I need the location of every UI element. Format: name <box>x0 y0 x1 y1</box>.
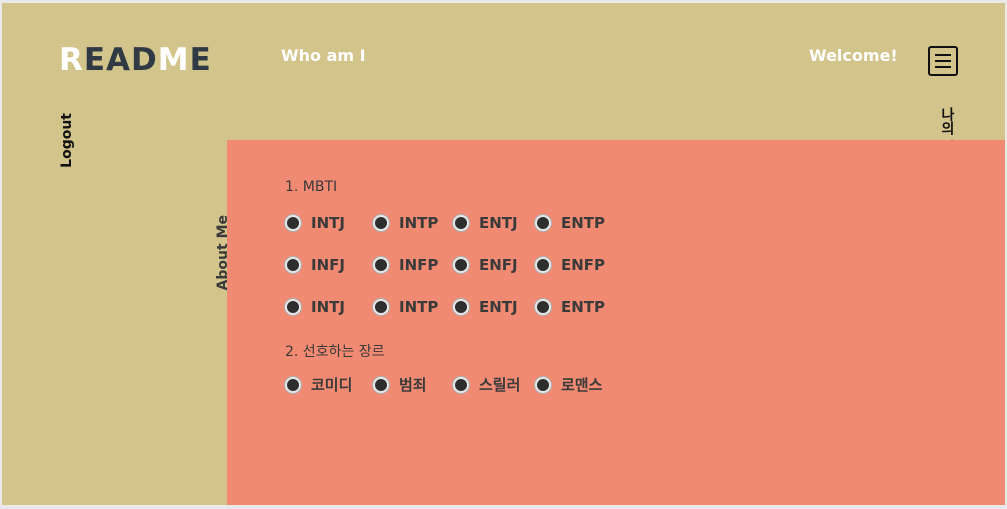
mbti-option[interactable]: INTP <box>373 214 438 232</box>
option-label: ENTP <box>561 298 606 316</box>
page-frame: README Who am I Welcome! Logout 나의 성향 1.… <box>2 3 1005 505</box>
genre-option[interactable]: 스릴러 <box>453 374 520 395</box>
radio-button[interactable] <box>453 257 469 273</box>
radio-button[interactable] <box>535 299 551 315</box>
about-me-link[interactable]: About Me <box>215 215 231 290</box>
option-label: 범죄 <box>399 376 427 394</box>
option-label: ENTJ <box>479 214 518 232</box>
option-label: ENFJ <box>479 256 518 274</box>
option-label: INFJ <box>311 256 345 274</box>
nav-welcome[interactable]: Welcome! <box>809 46 898 65</box>
radio-button[interactable] <box>453 215 469 231</box>
mbti-option[interactable]: INTJ <box>285 298 345 316</box>
radio-button[interactable] <box>535 376 551 393</box>
radio-button[interactable] <box>285 376 301 393</box>
genre-option[interactable]: 범죄 <box>373 374 427 395</box>
logo-letters-ead: EAD <box>83 42 158 78</box>
radio-button[interactable] <box>373 376 389 393</box>
mbti-option[interactable]: ENFP <box>535 256 605 274</box>
option-label: ENTJ <box>479 298 518 316</box>
radio-button[interactable] <box>285 215 301 231</box>
radio-button[interactable] <box>373 299 389 315</box>
option-label: 스릴러 <box>479 376 521 394</box>
mbti-option[interactable]: INTP <box>373 298 438 316</box>
mbti-option[interactable]: ENFJ <box>453 256 518 274</box>
option-label: 코미디 <box>311 376 353 394</box>
radio-button[interactable] <box>373 257 389 273</box>
logout-link[interactable]: Logout <box>59 113 75 168</box>
radio-button[interactable] <box>535 257 551 273</box>
option-label: 로맨스 <box>561 376 603 394</box>
radio-button[interactable] <box>285 299 301 315</box>
radio-button[interactable] <box>535 215 551 231</box>
nav-who-am-i[interactable]: Who am I <box>281 46 366 65</box>
question-genre-label: 2. 선호하는 장르 <box>285 344 385 360</box>
mbti-option[interactable]: ENTP <box>535 214 605 232</box>
option-label: INTJ <box>311 298 345 316</box>
option-label: INTP <box>399 298 439 316</box>
option-label: INTJ <box>311 214 345 232</box>
logo-letter-e: E <box>189 42 212 78</box>
logo-letter-m: M <box>157 42 190 78</box>
radio-button[interactable] <box>453 376 469 393</box>
question-mbti-label: 1. MBTI <box>285 179 338 195</box>
mbti-option[interactable]: ENTP <box>535 298 605 316</box>
option-label: INFP <box>399 256 439 274</box>
option-label: INTP <box>399 214 439 232</box>
survey-panel: 1. MBTI INTJ INTP ENTJ ENTP INFJ INFP EN… <box>227 140 1005 505</box>
mbti-option[interactable]: ENTJ <box>453 214 518 232</box>
mbti-option[interactable]: INFJ <box>285 256 345 274</box>
logo[interactable]: README <box>59 45 212 76</box>
mbti-option[interactable]: ENTJ <box>453 298 518 316</box>
radio-button[interactable] <box>453 299 469 315</box>
logo-letter-r: R <box>59 42 84 78</box>
menu-line <box>935 66 951 68</box>
radio-button[interactable] <box>373 215 389 231</box>
option-label: ENTP <box>561 214 606 232</box>
option-label: ENFP <box>561 256 606 274</box>
genre-option[interactable]: 로맨스 <box>535 374 602 395</box>
mbti-option[interactable]: INTJ <box>285 214 345 232</box>
mbti-option[interactable]: INFP <box>373 256 438 274</box>
radio-button[interactable] <box>285 257 301 273</box>
menu-line <box>935 54 951 56</box>
menu-line <box>935 60 951 62</box>
hamburger-menu-icon[interactable] <box>928 46 958 76</box>
genre-option[interactable]: 코미디 <box>285 374 352 395</box>
